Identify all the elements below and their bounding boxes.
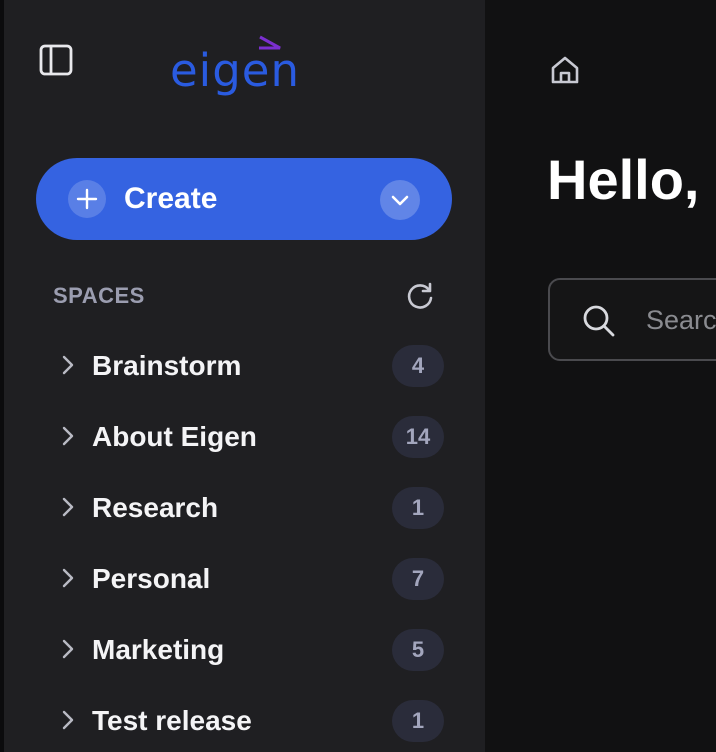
space-label: About Eigen [92,421,257,452]
eigen-logo: eigen [170,30,330,110]
space-label: Brainstorm [92,350,242,381]
space-label: Test release [92,705,252,736]
space-label: Marketing [92,634,225,665]
chevron-right-icon[interactable] [59,425,77,447]
main-content: Hello, [485,0,716,752]
greeting-heading: Hello, [547,148,700,211]
chevron-right-icon[interactable] [59,567,77,589]
chevron-right-icon[interactable] [59,496,77,518]
space-item-marketing[interactable]: Marketing 5 [4,614,485,685]
space-count-badge: 1 [392,700,444,742]
create-dropdown-button[interactable] [380,180,420,220]
home-icon [551,56,579,84]
sidebar: eigen Create SPACES Brainstorm 4 About E… [4,0,485,752]
plus-icon [68,180,106,218]
create-button[interactable]: Create [36,158,452,240]
sidebar-toggle-icon [39,44,73,76]
chevron-right-icon[interactable] [59,354,77,376]
logo-accent-mark [259,35,281,50]
space-item-brainstorm[interactable]: Brainstorm 4 [4,330,485,401]
space-label: Research [92,492,219,523]
logo-text: eigen [170,44,300,97]
space-count-badge: 1 [392,487,444,529]
refresh-spaces-button[interactable] [404,280,436,312]
sidebar-toggle-button[interactable] [36,40,76,80]
home-button[interactable] [547,52,583,88]
space-item-personal[interactable]: Personal 7 [4,543,485,614]
chevron-right-icon[interactable] [59,638,77,660]
space-count-badge: 14 [392,416,444,458]
space-count-badge: 5 [392,629,444,671]
search-input[interactable] [646,300,716,340]
space-label: Personal [92,563,211,594]
space-item-test-release[interactable]: Test release 1 [4,685,485,752]
create-label: Create [124,182,218,215]
spaces-list: Brainstorm 4 About Eigen 14 Research 1 P… [4,330,485,752]
space-item-about-eigen[interactable]: About Eigen 14 [4,401,485,472]
spaces-header: SPACES [53,283,145,308]
chevron-right-icon[interactable] [59,709,77,731]
refresh-icon [407,282,433,309]
space-item-research[interactable]: Research 1 [4,472,485,543]
search-icon [583,305,615,337]
space-count-badge: 4 [392,345,444,387]
search-box[interactable] [548,278,716,361]
chevron-down-icon [391,195,409,206]
space-count-badge: 7 [392,558,444,600]
